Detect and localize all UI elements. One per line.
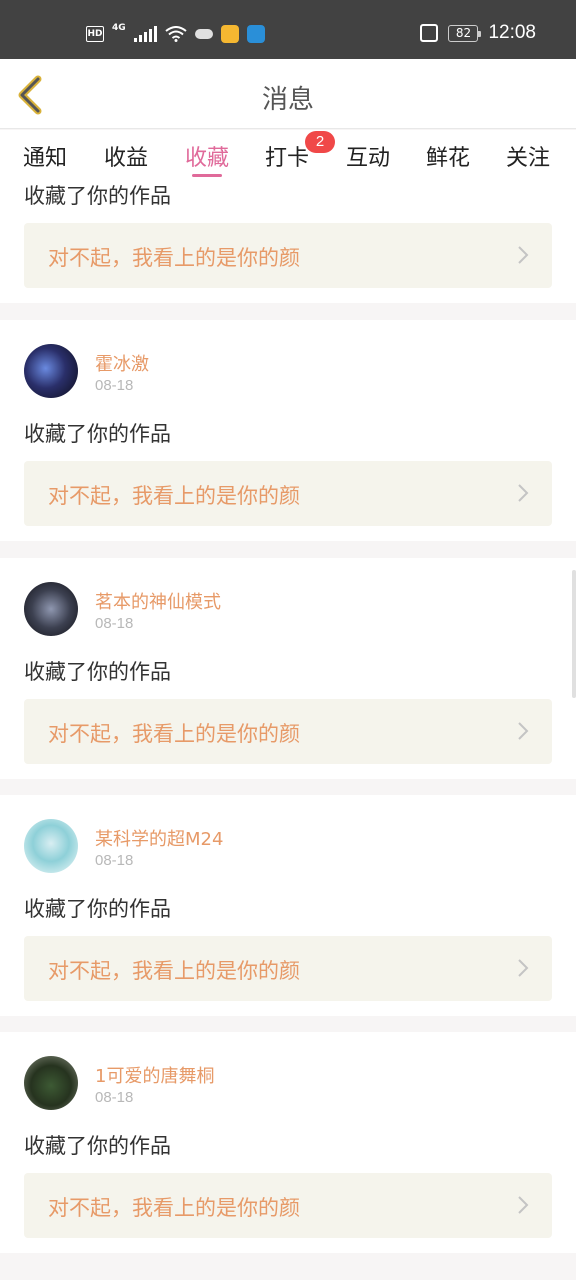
scrollbar[interactable] — [572, 570, 576, 698]
quoted-work[interactable]: 对不起，我看上的是你的颜 — [24, 936, 552, 1001]
avatar[interactable] — [24, 582, 78, 636]
page-title: 消息 — [261, 85, 314, 115]
user-name[interactable]: 1可爱的唐舞桐 — [95, 1062, 214, 1088]
tab-favorites[interactable]: 收藏 — [185, 140, 229, 172]
active-tab-indicator — [192, 174, 222, 177]
message-card: 某科学的超M24 08-18 收藏了你的作品 对不起，我看上的是你的颜 — [0, 795, 576, 1016]
hd-icon: HD — [86, 26, 104, 42]
vibrate-icon — [420, 24, 439, 42]
quoted-work-title: 对不起，我看上的是你的颜 — [48, 246, 300, 270]
network-type: 4G — [112, 23, 126, 33]
action-text: 收藏了你的作品 — [24, 422, 171, 446]
checkin-badge: 2 — [305, 131, 336, 153]
user-name[interactable]: 茗本的神仙模式 — [95, 588, 221, 614]
tab-bar: 通知 收益 收藏 打卡 2 互动 鲜花 关注 — [0, 130, 576, 180]
quoted-work[interactable]: 对不起，我看上的是你的颜 — [24, 461, 552, 526]
avatar[interactable] — [24, 1056, 78, 1110]
status-icons-left: HD 4G — [86, 23, 265, 43]
status-bar: HD 4G 82 12:08 — [0, 0, 576, 59]
message-feed[interactable]: 收藏了你的作品 对不起，我看上的是你的颜 霍冰激 08-18 收藏了你的作品 对… — [0, 180, 576, 1280]
action-text: 收藏了你的作品 — [24, 660, 171, 684]
battery-icon: 82 — [448, 24, 482, 42]
user-name[interactable]: 霍冰激 — [95, 350, 149, 376]
user-name[interactable]: 某科学的超M24 — [95, 825, 223, 851]
app-notification-icon — [246, 25, 265, 43]
tab-flowers[interactable]: 鲜花 — [426, 140, 470, 172]
message-card: 茗本的神仙模式 08-18 收藏了你的作品 对不起，我看上的是你的颜 — [0, 558, 576, 779]
chevron-right-icon — [518, 484, 529, 502]
quoted-work-title: 对不起，我看上的是你的颜 — [48, 722, 300, 746]
chevron-right-icon — [518, 959, 529, 977]
status-icons-right: 82 12:08 — [420, 22, 536, 44]
message-date: 08-18 — [95, 615, 134, 632]
wifi-icon — [165, 26, 187, 42]
quoted-work[interactable]: 对不起，我看上的是你的颜 — [24, 223, 552, 288]
chevron-right-icon — [518, 246, 529, 264]
avatar[interactable] — [24, 819, 78, 873]
quoted-work-title: 对不起，我看上的是你的颜 — [48, 1196, 300, 1220]
message-date: 08-18 — [95, 1089, 134, 1106]
avatar[interactable] — [24, 344, 78, 398]
tab-earnings[interactable]: 收益 — [104, 140, 148, 172]
clock: 12:08 — [488, 22, 536, 43]
cloud-icon — [194, 29, 213, 39]
tab-following[interactable]: 关注 — [506, 140, 550, 172]
action-text: 收藏了你的作品 — [24, 1134, 171, 1158]
action-text: 收藏了你的作品 — [24, 897, 171, 921]
tab-checkin-label: 打卡 — [265, 146, 310, 171]
chevron-right-icon — [518, 722, 529, 740]
message-card: 收藏了你的作品 对不起，我看上的是你的颜 — [0, 180, 576, 303]
quoted-work[interactable]: 对不起，我看上的是你的颜 — [24, 699, 552, 764]
action-text: 收藏了你的作品 — [24, 184, 171, 208]
quoted-work-title: 对不起，我看上的是你的颜 — [48, 484, 300, 508]
message-date: 08-18 — [95, 377, 134, 394]
tab-interactions[interactable]: 互动 — [346, 140, 390, 172]
message-card: 1可爱的唐舞桐 08-18 收藏了你的作品 对不起，我看上的是你的颜 — [0, 1032, 576, 1253]
message-date: 08-18 — [95, 852, 134, 869]
quoted-work[interactable]: 对不起，我看上的是你的颜 — [24, 1173, 552, 1238]
nav-bar: 消息 — [0, 59, 576, 129]
chevron-right-icon — [518, 1196, 529, 1214]
tab-checkin[interactable]: 打卡 2 — [265, 131, 336, 172]
tab-notifications[interactable]: 通知 — [23, 140, 67, 172]
signal-icon — [133, 26, 157, 42]
quoted-work-title: 对不起，我看上的是你的颜 — [48, 959, 300, 983]
app-notification-icon — [220, 25, 239, 43]
message-card: 霍冰激 08-18 收藏了你的作品 对不起，我看上的是你的颜 — [0, 320, 576, 541]
